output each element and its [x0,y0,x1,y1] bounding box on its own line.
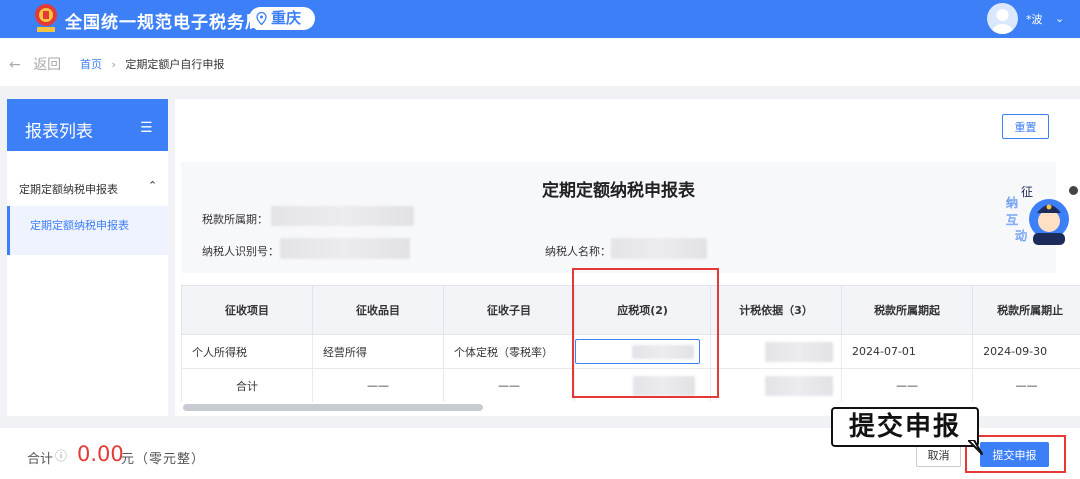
table-cell: 合计 [181,368,313,402]
annotation-callout: 提交申报 [831,407,979,447]
table-cell: 2024-07-01 [840,334,974,369]
assistant-mascot-icon[interactable]: 征 纳 互 动 [1003,183,1070,247]
period-label: 税款所属期： [202,213,268,226]
sidebar-group[interactable]: 定期定额纳税申报表 ⌃ [7,151,168,206]
sidebar: 报表列表 ☰ 定期定额纳税申报表 ⌃ 定期定额纳税申报表 [7,99,168,416]
arrow-left-icon: ← [9,57,21,73]
total-unit: 元 [121,452,135,467]
sidebar-title: 报表列表 [25,122,93,142]
breadcrumb-current: 定期定额户自行申报 [125,58,225,71]
chevron-down-icon[interactable]: ⌄ [1055,12,1064,25]
callout-pointer-icon [968,440,983,455]
column-header: 计税依据（3） [710,285,842,335]
username[interactable]: *波 [1026,11,1043,27]
table-cell [710,368,842,402]
sidebar-header: 报表列表 ☰ [7,99,168,151]
taxpayer-name-redacted [611,238,707,259]
period-value-redacted [271,206,414,226]
table-cell: 2024-09-30 [972,334,1080,369]
breadcrumb: 首页 › 定期定额户自行申报 [80,56,224,72]
taxpayer-id-label: 纳税人识别号： [202,245,279,258]
table-cell: —— [311,368,445,402]
table-cell: —— [972,368,1080,402]
form-title: 定期定额纳税申报表 [542,181,695,201]
highlight-box-taxable-column [572,268,719,398]
app-title: 全国统一规范电子税务局 [65,13,263,33]
column-header: 征收子目 [442,285,576,335]
reset-button[interactable]: 重置 [1002,114,1049,139]
chevron-up-icon[interactable]: ⌃ [148,179,157,192]
table-cell: 个人所得税 [181,334,313,369]
sidebar-item-label: 定期定额纳税申报表 [30,219,129,232]
tax-basis-total-redacted [765,376,834,396]
total-value: 0.00 [77,442,124,466]
top-bar: 全国统一规范电子税务局 重庆 *波 ⌄ [0,0,1080,38]
back-label: 返回 [33,57,62,73]
taxpayer-name-label: 纳税人名称： [545,245,611,258]
sidebar-group-label: 定期定额纳税申报表 [19,183,118,196]
location-pin-icon [256,12,267,25]
table-cell: 经营所得 [311,334,445,369]
table-cell: —— [442,368,576,402]
mascot-char-3: 动 [1015,229,1027,243]
table-cell: 个体定税（零税率） [442,334,576,369]
mascot-char-2: 互 [1006,213,1018,227]
region-label: 重庆 [271,9,302,27]
breadcrumb-separator: › [111,58,116,71]
region-selector[interactable]: 重庆 [249,7,315,30]
breadcrumb-bar: ← 返回 首页 › 定期定额户自行申报 [0,38,1080,86]
table-cell [710,334,842,369]
minimize-dot-icon[interactable] [1069,186,1078,195]
table-cell: —— [840,368,974,402]
column-header: 税款所属期起 [840,285,974,335]
form-header: 定期定额纳税申报表 税款所属期： 纳税人识别号： 纳税人名称： [181,162,1056,273]
column-header: 税款所属期止 [972,285,1080,335]
breadcrumb-home[interactable]: 首页 [80,58,102,71]
back-button[interactable]: ← 返回 [9,54,61,74]
tax-emblem-icon [35,4,57,32]
horizontal-scrollbar[interactable] [183,404,483,411]
column-header: 征收品目 [311,285,445,335]
info-icon[interactable]: ⓘ [55,447,67,464]
total-amount-words: （零元整） [135,452,206,467]
user-avatar-icon [991,9,1014,34]
collapse-menu-icon[interactable]: ☰ [140,120,153,136]
mascot-char-0: 征 [1021,185,1033,199]
tax-basis-value-redacted [765,342,834,362]
taxpayer-id-redacted [280,238,410,259]
column-header: 征收项目 [181,285,313,335]
mascot-char-1: 纳 [1006,196,1018,210]
user-avatar[interactable] [987,3,1018,34]
total-label: 合计 [27,452,54,467]
sidebar-item-declaration-form[interactable]: 定期定额纳税申报表 [7,206,168,255]
